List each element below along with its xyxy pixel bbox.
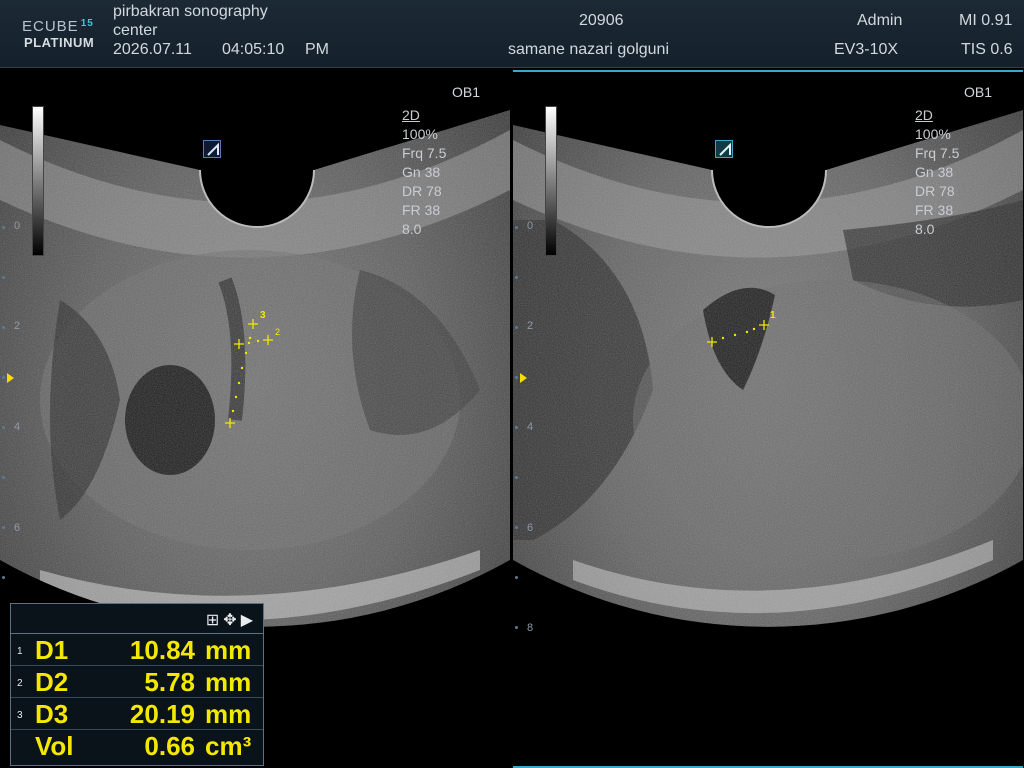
ecube-logo: ECUBE 15 PLATINUM [22, 18, 104, 52]
depth-tick [515, 376, 518, 379]
param-power: 100% [915, 126, 951, 142]
caliper-label: 2 [275, 327, 281, 337]
depth-label: 6 [14, 522, 21, 534]
depth-tick [2, 326, 5, 329]
measurement-box-controls: ⊞✥▶ [206, 610, 257, 630]
logo-brand: ECUBE [22, 18, 79, 35]
play-icon[interactable]: ▶ [241, 612, 257, 629]
orientation-marker-icon[interactable] [203, 140, 221, 158]
caliper-label: 3 [260, 310, 266, 321]
depth-tick [515, 326, 518, 329]
measurement-row: 1 D1 10.84 mm [11, 634, 263, 666]
depth-tick [515, 426, 518, 429]
depth-tick [515, 476, 518, 479]
measurement-row: 2 D2 5.78 mm [11, 666, 263, 698]
measurement-name: Vol [35, 731, 74, 761]
measurement-unit: mm [205, 667, 252, 697]
measurement-row: Vol 0.66 cm³ [11, 730, 263, 762]
measurement-index: 3 [17, 710, 23, 721]
depth-tick [515, 276, 518, 279]
imaging-params: 2D 100% Frq 7.5 Gn 38 DR 78 FR 38 8.0 [402, 106, 446, 239]
param-depth: 8.0 [915, 221, 935, 237]
measurement-unit: mm [205, 699, 252, 729]
measurement-index: 1 [17, 646, 23, 657]
param-frame-rate: FR 38 [402, 202, 441, 218]
preset-label: OB1 [452, 84, 481, 100]
param-gain: Gn 38 [915, 164, 954, 180]
orientation-marker-icon[interactable] [715, 140, 733, 158]
depth-tick [515, 626, 518, 629]
measurement-unit: cm³ [205, 731, 252, 761]
measurement-value: 10.84 [129, 635, 195, 665]
depth-label: 2 [14, 320, 21, 332]
mechanical-index: MI 0.91 [959, 12, 1013, 29]
patient-id: 20906 [579, 12, 624, 29]
param-frequency: Frq 7.5 [915, 145, 960, 161]
measurement-box-header: ⊞✥▶ [11, 604, 263, 634]
measurement-name: D2 [35, 667, 69, 697]
depth-tick [2, 226, 5, 229]
grayscale-bar [32, 106, 44, 256]
caliper-label: 1 [770, 310, 776, 321]
depth-tick [2, 426, 5, 429]
depth-label: 8 [527, 622, 534, 634]
measurement-value: 5.78 [144, 667, 195, 697]
clinic-name-line2: center [113, 22, 158, 39]
depth-label: 4 [14, 421, 21, 433]
param-mode: 2D [915, 107, 933, 123]
depth-tick [2, 276, 5, 279]
grayscale-bar [545, 106, 557, 256]
depth-tick [2, 476, 5, 479]
patient-name: samane nazari golguni [508, 41, 669, 58]
depth-label: 0 [527, 220, 534, 232]
status-header: ECUBE 15 PLATINUM pirbakran sonography ce… [0, 0, 1024, 68]
param-depth: 8.0 [402, 221, 422, 237]
exam-date: 2026.07.11 [113, 41, 192, 58]
depth-label: 6 [527, 522, 534, 534]
preset-label: OB1 [964, 84, 993, 100]
param-frequency: Frq 7.5 [402, 145, 447, 161]
focus-marker-icon[interactable] [7, 373, 14, 383]
depth-tick [515, 526, 518, 529]
depth-label: 2 [527, 320, 534, 332]
probe-model: EV3-10X [834, 41, 899, 58]
measurement-index: 2 [17, 678, 23, 689]
depth-label: 4 [527, 421, 534, 433]
param-dynamic-range: DR 78 [402, 183, 442, 199]
operator-name: Admin [857, 12, 903, 29]
right-image-pane[interactable]: 1 OB1 2D 100% Frq 7.5 Gn 38 DR 78 FR 38 … [513, 70, 1023, 768]
param-mode: 2D [402, 107, 420, 123]
focus-marker-icon[interactable] [520, 373, 527, 383]
depth-tick [2, 376, 5, 379]
param-frame-rate: FR 38 [915, 202, 954, 218]
param-power: 100% [402, 126, 438, 142]
param-dynamic-range: DR 78 [915, 183, 955, 199]
grid-icon[interactable]: ⊞ [206, 612, 223, 629]
depth-tick [2, 576, 5, 579]
exam-time: 04:05:10 [222, 41, 285, 58]
depth-label: 0 [14, 220, 21, 232]
measurement-value: 0.66 [144, 731, 195, 761]
measurement-unit: mm [205, 635, 252, 665]
measurement-results-box[interactable]: ⊞✥▶ 1 D1 10.84 mm 2 D2 5.78 mm 3 D3 20.1… [10, 603, 264, 766]
logo-number: 15 [80, 18, 94, 29]
depth-tick [515, 576, 518, 579]
logo-edition: PLATINUM [24, 35, 95, 50]
clinic-name-line1: pirbakran sonography [113, 3, 268, 20]
measurement-row: 3 D3 20.19 mm [11, 698, 263, 730]
param-gain: Gn 38 [402, 164, 441, 180]
imaging-params: 2D 100% Frq 7.5 Gn 38 DR 78 FR 38 8.0 [915, 106, 959, 239]
thermal-index: TIS 0.6 [961, 41, 1013, 58]
depth-tick [2, 526, 5, 529]
measurement-name: D1 [35, 635, 69, 665]
depth-tick [515, 226, 518, 229]
measurement-value: 20.19 [129, 699, 195, 729]
measurement-name: D3 [35, 699, 69, 729]
move-icon[interactable]: ✥ [223, 612, 240, 629]
exam-ampm: PM [305, 41, 329, 58]
